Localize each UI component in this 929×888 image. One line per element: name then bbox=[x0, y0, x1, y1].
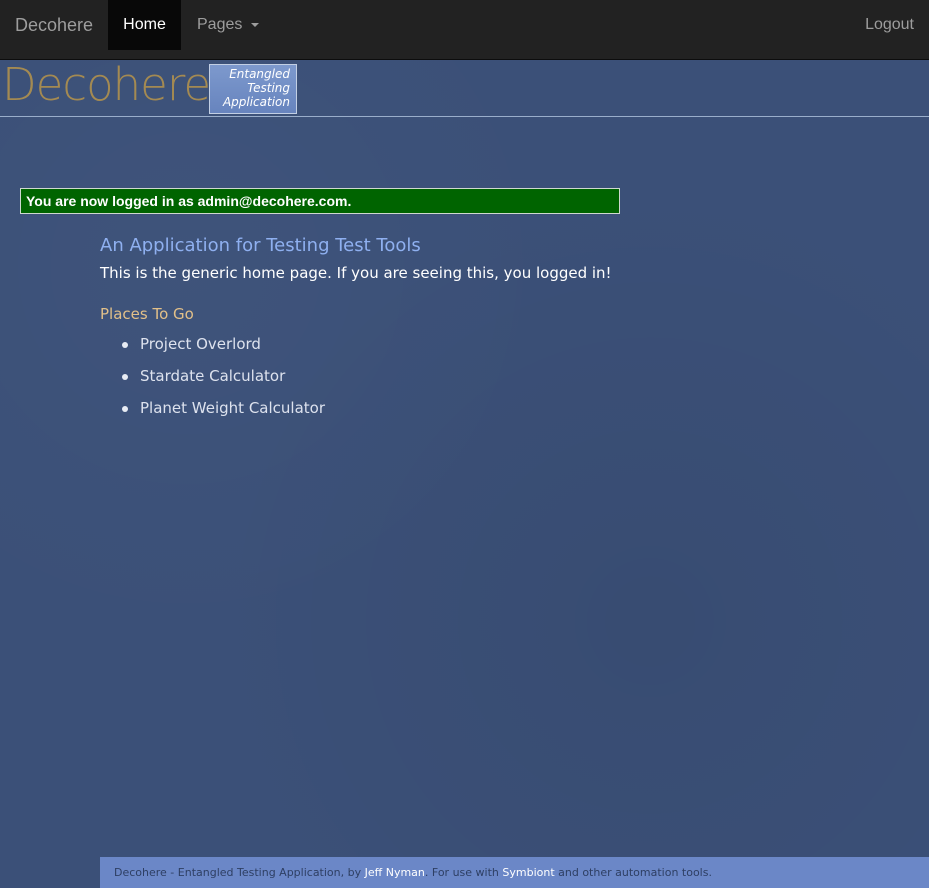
intro-text: This is the generic home page. If you ar… bbox=[100, 264, 612, 282]
places-heading: Places To Go bbox=[100, 305, 194, 323]
flash-notice: You are now logged in as admin@decohere.… bbox=[20, 188, 620, 214]
logo-badge: Entangled Testing Application bbox=[209, 64, 297, 114]
site-logo: Decohere bbox=[2, 58, 211, 111]
logout-link[interactable]: Logout bbox=[865, 0, 914, 50]
list-item[interactable]: Planet Weight Calculator bbox=[120, 397, 325, 429]
bullet-icon bbox=[122, 342, 128, 348]
place-link-planet-weight-calculator[interactable]: Planet Weight Calculator bbox=[140, 399, 325, 417]
badge-line-1: Entangled bbox=[229, 67, 290, 81]
nav-home-link[interactable]: Home bbox=[108, 0, 181, 50]
footer-middle: . For use with bbox=[424, 866, 499, 879]
nav-pages-label: Pages bbox=[197, 16, 243, 33]
navbar-brand[interactable]: Decohere bbox=[15, 0, 93, 50]
top-navbar: Decohere Home Pages Logout bbox=[0, 0, 929, 60]
page-title: An Application for Testing Test Tools bbox=[100, 235, 421, 256]
bullet-icon bbox=[122, 374, 128, 380]
list-item[interactable]: Stardate Calculator bbox=[120, 365, 325, 397]
place-link-stardate-calculator[interactable]: Stardate Calculator bbox=[140, 367, 285, 385]
caret-down-icon bbox=[250, 22, 259, 27]
badge-line-3: Application bbox=[222, 95, 290, 109]
site-header: Decohere Entangled Testing Application bbox=[0, 58, 929, 117]
site-footer: Decohere - Entangled Testing Application… bbox=[100, 857, 929, 888]
footer-tool-link[interactable]: Symbiont bbox=[502, 866, 554, 879]
nav-pages-dropdown[interactable]: Pages bbox=[197, 0, 259, 50]
places-list: Project Overlord Stardate Calculator Pla… bbox=[120, 333, 325, 429]
list-item[interactable]: Project Overlord bbox=[120, 333, 325, 365]
bullet-icon bbox=[122, 406, 128, 412]
footer-author-link[interactable]: Jeff Nyman bbox=[365, 866, 425, 879]
badge-line-2: Testing bbox=[247, 81, 290, 95]
footer-prefix: Decohere - Entangled Testing Application… bbox=[114, 866, 362, 879]
place-link-project-overlord[interactable]: Project Overlord bbox=[140, 335, 261, 353]
footer-suffix: and other automation tools. bbox=[558, 866, 712, 879]
